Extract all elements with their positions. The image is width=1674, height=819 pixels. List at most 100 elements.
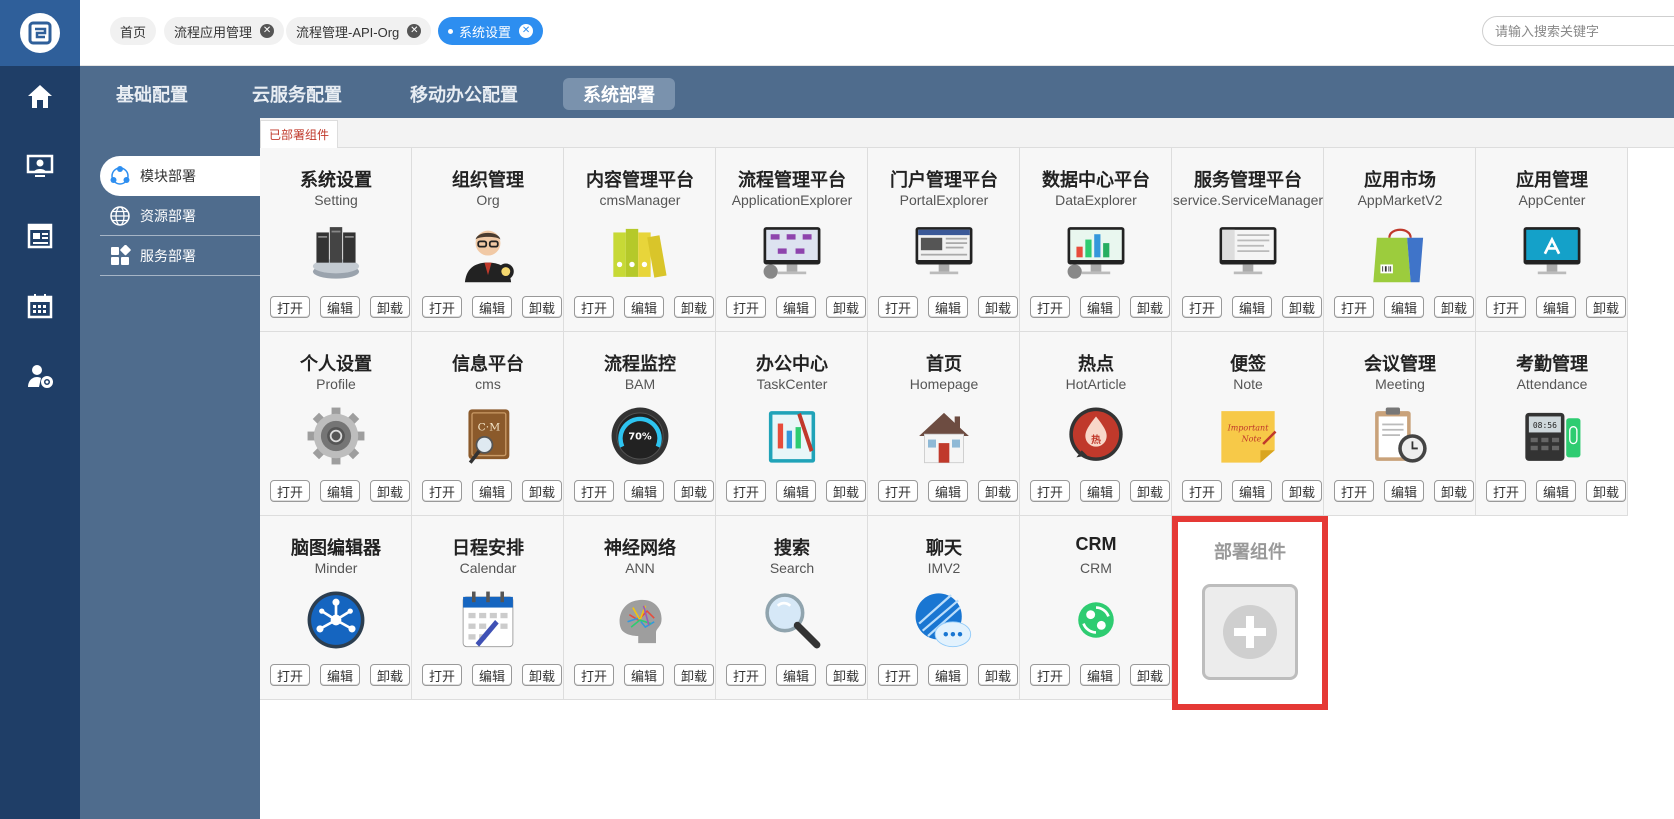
uninstall-button[interactable]: 卸载 <box>978 480 1018 502</box>
open-button[interactable]: 打开 <box>1334 296 1374 318</box>
uninstall-button[interactable]: 卸载 <box>1434 480 1474 502</box>
search-input[interactable] <box>1495 22 1674 40</box>
open-button[interactable]: 打开 <box>726 664 766 686</box>
module-card: 信息平台 cms C·M 打开 编辑 卸载 <box>412 332 564 516</box>
svg-text:C·M: C·M <box>478 421 501 434</box>
menu-mobile-office-config[interactable]: 移动办公配置 <box>390 78 538 110</box>
edit-button[interactable]: 编辑 <box>472 480 512 502</box>
open-button[interactable]: 打开 <box>878 480 918 502</box>
open-button[interactable]: 打开 <box>422 480 462 502</box>
edit-button[interactable]: 编辑 <box>624 480 664 502</box>
open-button[interactable]: 打开 <box>270 664 310 686</box>
edit-button[interactable]: 编辑 <box>1536 480 1576 502</box>
edit-button[interactable]: 编辑 <box>776 480 816 502</box>
edit-button[interactable]: 编辑 <box>776 296 816 318</box>
user-settings-icon[interactable] <box>22 358 58 394</box>
edit-button[interactable]: 编辑 <box>472 296 512 318</box>
open-button[interactable]: 打开 <box>574 296 614 318</box>
uninstall-button[interactable]: 卸载 <box>978 664 1018 686</box>
open-button[interactable]: 打开 <box>574 480 614 502</box>
uninstall-button[interactable]: 卸载 <box>674 296 714 318</box>
uninstall-button[interactable]: 卸载 <box>370 480 410 502</box>
edit-button[interactable]: 编辑 <box>1232 480 1272 502</box>
edit-button[interactable]: 编辑 <box>320 296 360 318</box>
tab-home[interactable]: 首页 <box>110 17 157 45</box>
menu-system-deploy[interactable]: 系统部署 <box>563 78 675 110</box>
sidebar-item-service-deploy[interactable]: 服务部署 <box>100 236 260 276</box>
module-name: 内容管理平台 <box>586 170 694 190</box>
uninstall-button[interactable]: 卸载 <box>522 664 562 686</box>
uninstall-button[interactable]: 卸载 <box>674 664 714 686</box>
close-icon[interactable]: ✕ <box>260 24 275 38</box>
menu-cloud-service-config[interactable]: 云服务配置 <box>232 78 362 110</box>
open-button[interactable]: 打开 <box>1486 480 1526 502</box>
open-button[interactable]: 打开 <box>726 480 766 502</box>
open-button[interactable]: 打开 <box>878 296 918 318</box>
deploy-component-card[interactable]: 部署组件 <box>1172 516 1328 710</box>
tab-flow-api-org[interactable]: 流程管理-API-Org ✕ <box>286 17 432 45</box>
add-component-button[interactable] <box>1202 584 1298 680</box>
uninstall-button[interactable]: 卸载 <box>370 664 410 686</box>
edit-button[interactable]: 编辑 <box>1080 664 1120 686</box>
tab-deployed-components[interactable]: 已部署组件 <box>260 120 339 148</box>
calendar-icon[interactable] <box>22 288 58 324</box>
edit-button[interactable]: 编辑 <box>320 480 360 502</box>
edit-button[interactable]: 编辑 <box>928 296 968 318</box>
uninstall-button[interactable]: 卸载 <box>1130 296 1170 318</box>
uninstall-button[interactable]: 卸载 <box>826 296 866 318</box>
uninstall-button[interactable]: 卸载 <box>1586 480 1626 502</box>
home-icon[interactable] <box>22 78 58 114</box>
uninstall-button[interactable]: 卸载 <box>1282 296 1322 318</box>
open-button[interactable]: 打开 <box>270 480 310 502</box>
uninstall-button[interactable]: 卸载 <box>1434 296 1474 318</box>
close-icon[interactable]: ✕ <box>407 24 422 38</box>
edit-button[interactable]: 编辑 <box>1384 296 1424 318</box>
open-button[interactable]: 打开 <box>726 296 766 318</box>
open-button[interactable]: 打开 <box>270 296 310 318</box>
sidebar-item-module-deploy[interactable]: 模块部署 <box>100 156 260 196</box>
open-button[interactable]: 打开 <box>1486 296 1526 318</box>
sidebar-item-resource-deploy[interactable]: 资源部署 <box>100 196 260 236</box>
edit-button[interactable]: 编辑 <box>1384 480 1424 502</box>
edit-button[interactable]: 编辑 <box>624 664 664 686</box>
uninstall-button[interactable]: 卸载 <box>1282 480 1322 502</box>
edit-button[interactable]: 编辑 <box>1080 480 1120 502</box>
uninstall-button[interactable]: 卸载 <box>522 296 562 318</box>
edit-button[interactable]: 编辑 <box>1536 296 1576 318</box>
open-button[interactable]: 打开 <box>1030 664 1070 686</box>
open-button[interactable]: 打开 <box>1334 480 1374 502</box>
open-button[interactable]: 打开 <box>574 664 614 686</box>
edit-button[interactable]: 编辑 <box>1232 296 1272 318</box>
open-button[interactable]: 打开 <box>1030 480 1070 502</box>
tab-flow-app[interactable]: 流程应用管理 ✕ <box>164 17 285 45</box>
uninstall-button[interactable]: 卸载 <box>1130 480 1170 502</box>
tab-system-settings[interactable]: 系统设置 ✕ <box>438 17 544 45</box>
open-button[interactable]: 打开 <box>1030 296 1070 318</box>
edit-button[interactable]: 编辑 <box>320 664 360 686</box>
open-button[interactable]: 打开 <box>878 664 918 686</box>
app-logo[interactable] <box>0 0 80 66</box>
uninstall-button[interactable]: 卸载 <box>978 296 1018 318</box>
module-actions: 打开 编辑 卸载 <box>1334 296 1475 318</box>
uninstall-button[interactable]: 卸载 <box>1586 296 1626 318</box>
edit-button[interactable]: 编辑 <box>928 480 968 502</box>
uninstall-button[interactable]: 卸载 <box>1130 664 1170 686</box>
edit-button[interactable]: 编辑 <box>1080 296 1120 318</box>
uninstall-button[interactable]: 卸载 <box>826 480 866 502</box>
uninstall-button[interactable]: 卸载 <box>522 480 562 502</box>
uninstall-button[interactable]: 卸载 <box>826 664 866 686</box>
edit-button[interactable]: 编辑 <box>624 296 664 318</box>
uninstall-button[interactable]: 卸载 <box>674 480 714 502</box>
edit-button[interactable]: 编辑 <box>776 664 816 686</box>
open-button[interactable]: 打开 <box>1182 480 1222 502</box>
edit-button[interactable]: 编辑 <box>928 664 968 686</box>
uninstall-button[interactable]: 卸载 <box>370 296 410 318</box>
open-button[interactable]: 打开 <box>1182 296 1222 318</box>
menu-basic-config[interactable]: 基础配置 <box>96 78 208 110</box>
news-icon[interactable] <box>22 218 58 254</box>
edit-button[interactable]: 编辑 <box>472 664 512 686</box>
close-icon[interactable]: ✕ <box>519 24 534 38</box>
monitor-user-icon[interactable] <box>22 148 58 184</box>
open-button[interactable]: 打开 <box>422 296 462 318</box>
open-button[interactable]: 打开 <box>422 664 462 686</box>
